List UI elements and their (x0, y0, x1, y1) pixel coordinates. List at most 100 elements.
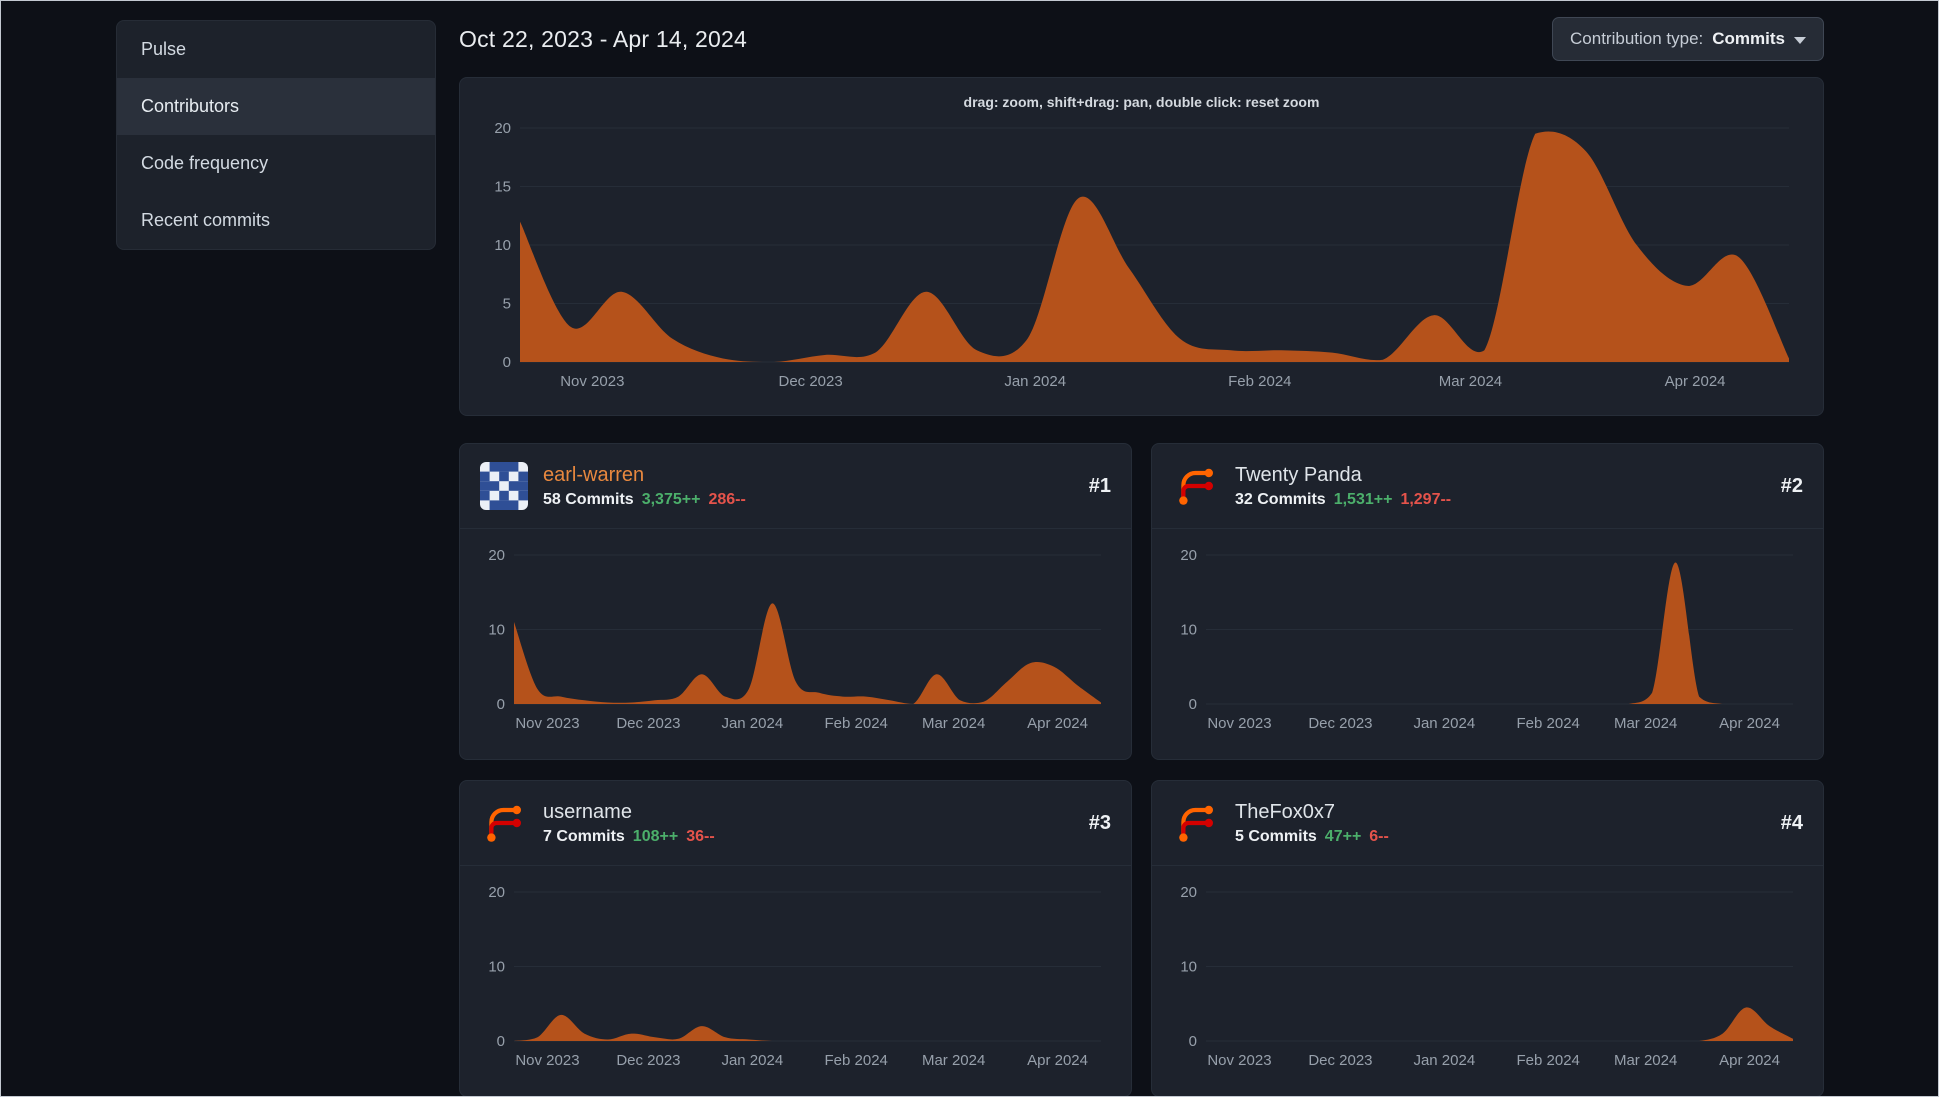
svg-text:Feb 2024: Feb 2024 (1517, 1052, 1580, 1069)
svg-text:10: 10 (1180, 959, 1197, 976)
svg-text:Mar 2024: Mar 2024 (1614, 715, 1677, 732)
sidebar-item-code-frequency[interactable]: Code frequency (117, 135, 435, 192)
svg-text:Feb 2024: Feb 2024 (1517, 715, 1580, 732)
contribution-type-dropdown[interactable]: Contribution type: Commits (1552, 17, 1824, 61)
svg-text:Apr 2024: Apr 2024 (1719, 715, 1780, 732)
contributors-page: Pulse Contributors Code frequency Recent… (0, 0, 1939, 1097)
svg-text:Jan 2024: Jan 2024 (1413, 1052, 1475, 1069)
svg-text:0: 0 (497, 696, 505, 713)
additions-count: 47++ (1324, 827, 1362, 845)
overall-commits-chart[interactable]: 0 5 10 15 20 Nov 2023 Dec 2023 Jan 2024 Feb 2024… (478, 116, 1807, 396)
svg-text:Apr 2024: Apr 2024 (1027, 715, 1088, 732)
svg-text:Apr 2024: Apr 2024 (1719, 1052, 1780, 1069)
activity-sidebar: Pulse Contributors Code frequency Recent… (116, 20, 436, 250)
commit-count: 32 Commits (1235, 490, 1326, 508)
svg-text:Apr 2024: Apr 2024 (1665, 373, 1726, 390)
svg-text:Mar 2024: Mar 2024 (1439, 373, 1502, 390)
svg-text:Nov 2023: Nov 2023 (1207, 715, 1271, 732)
svg-text:Feb 2024: Feb 2024 (1228, 373, 1291, 390)
svg-text:Dec 2023: Dec 2023 (778, 373, 842, 390)
contributor-card-header: TheFox0x7 5 Commits 47++ 6-- #4 (1152, 781, 1823, 866)
contributor-card-header: username 7 Commits 108++ 36-- #3 (460, 781, 1131, 866)
svg-text:10: 10 (488, 959, 505, 976)
svg-text:10: 10 (488, 622, 505, 639)
commit-count: 58 Commits (543, 490, 634, 508)
contributor-commits-chart[interactable]: 0 10 20 Nov 2023 Dec 2023 Jan 2024 Feb 2024 Mar… (476, 880, 1115, 1075)
contributor-card: username 7 Commits 108++ 36-- #3 0 10 20 No… (459, 780, 1132, 1096)
svg-text:0: 0 (503, 354, 511, 371)
svg-text:15: 15 (494, 179, 511, 196)
contributor-card: Twenty Panda 32 Commits 1,531++ 1,297-- … (1151, 443, 1824, 760)
svg-text:0: 0 (1189, 1033, 1197, 1050)
additions-count: 108++ (632, 827, 679, 845)
svg-text:Apr 2024: Apr 2024 (1027, 1052, 1088, 1069)
contributor-name-link[interactable]: earl-warren (543, 464, 746, 487)
svg-text:0: 0 (497, 1033, 505, 1050)
chevron-down-icon (1794, 36, 1806, 44)
svg-text:10: 10 (494, 237, 511, 254)
deletions-count: 286-- (708, 490, 746, 508)
svg-text:20: 20 (488, 884, 505, 901)
contributor-card-header: earl-warren 58 Commits 3,375++ 286-- #1 (460, 444, 1131, 529)
contributor-commits-chart[interactable]: 0 10 20 Nov 2023 Dec 2023 Jan 2024 Feb 2024 Mar… (476, 543, 1115, 738)
contributor-commits-chart[interactable]: 0 10 20 Nov 2023 Dec 2023 Jan 2024 Feb 2024 Mar… (1168, 543, 1807, 738)
svg-text:Nov 2023: Nov 2023 (515, 715, 579, 732)
svg-text:Mar 2024: Mar 2024 (922, 1052, 985, 1069)
contributor-card-header: Twenty Panda 32 Commits 1,531++ 1,297-- … (1152, 444, 1823, 529)
deletions-count: 6-- (1369, 827, 1389, 845)
svg-text:20: 20 (494, 120, 511, 137)
contributor-cards-grid: earl-warren 58 Commits 3,375++ 286-- #1 … (459, 443, 1824, 1096)
deletions-count: 1,297-- (1400, 490, 1452, 508)
identicon-avatar[interactable] (480, 462, 528, 510)
main-chart-panel: drag: zoom, shift+drag: pan, double clic… (459, 77, 1824, 416)
sidebar-item-pulse[interactable]: Pulse (117, 21, 435, 78)
svg-text:Jan 2024: Jan 2024 (721, 1052, 783, 1069)
rank-badge: #2 (1780, 474, 1803, 497)
additions-count: 3,375++ (641, 490, 701, 508)
commit-count: 5 Commits (1235, 827, 1317, 845)
commit-count: 7 Commits (543, 827, 625, 845)
forgejo-logo-icon[interactable] (1172, 799, 1220, 847)
additions-count: 1,531++ (1333, 490, 1393, 508)
svg-text:Nov 2023: Nov 2023 (1207, 1052, 1271, 1069)
svg-text:20: 20 (488, 547, 505, 564)
svg-text:Mar 2024: Mar 2024 (922, 715, 985, 732)
svg-text:Jan 2024: Jan 2024 (721, 715, 783, 732)
contribution-type-label: Contribution type: (1570, 29, 1704, 48)
svg-text:10: 10 (1180, 622, 1197, 639)
svg-text:Jan 2024: Jan 2024 (1413, 715, 1475, 732)
contributor-name-link[interactable]: Twenty Panda (1235, 464, 1451, 487)
forgejo-logo-icon[interactable] (1172, 462, 1220, 510)
svg-text:20: 20 (1180, 884, 1197, 901)
sidebar-item-contributors[interactable]: Contributors (117, 78, 435, 135)
contributor-name-link[interactable]: TheFox0x7 (1235, 801, 1389, 824)
chart-zoom-hint: drag: zoom, shift+drag: pan, double clic… (963, 94, 1320, 110)
page-header: Oct 22, 2023 - Apr 14, 2024 Contribution… (459, 16, 1824, 62)
svg-text:Feb 2024: Feb 2024 (825, 715, 888, 732)
rank-badge: #4 (1780, 811, 1803, 834)
svg-text:Dec 2023: Dec 2023 (616, 715, 680, 732)
svg-text:0: 0 (1189, 696, 1197, 713)
main-content: Oct 22, 2023 - Apr 14, 2024 Contribution… (459, 16, 1824, 1096)
svg-text:Feb 2024: Feb 2024 (825, 1052, 888, 1069)
svg-text:Jan 2024: Jan 2024 (1004, 373, 1066, 390)
contribution-type-value: Commits (1712, 29, 1785, 48)
contributor-card: earl-warren 58 Commits 3,375++ 286-- #1 … (459, 443, 1132, 760)
svg-text:Dec 2023: Dec 2023 (1308, 715, 1372, 732)
rank-badge: #3 (1088, 811, 1111, 834)
svg-text:Nov 2023: Nov 2023 (515, 1052, 579, 1069)
contributor-commits-chart[interactable]: 0 10 20 Nov 2023 Dec 2023 Jan 2024 Feb 2024 Mar… (1168, 880, 1807, 1075)
contributor-card: TheFox0x7 5 Commits 47++ 6-- #4 0 10 20 Nov… (1151, 780, 1824, 1096)
svg-text:5: 5 (503, 296, 511, 313)
svg-text:Nov 2023: Nov 2023 (560, 373, 624, 390)
deletions-count: 36-- (686, 827, 715, 845)
date-range-title: Oct 22, 2023 - Apr 14, 2024 (459, 25, 747, 52)
rank-badge: #1 (1088, 474, 1111, 497)
sidebar-item-recent-commits[interactable]: Recent commits (117, 192, 435, 249)
contributor-name-link[interactable]: username (543, 801, 715, 824)
svg-text:Dec 2023: Dec 2023 (616, 1052, 680, 1069)
svg-text:Dec 2023: Dec 2023 (1308, 1052, 1372, 1069)
forgejo-logo-icon[interactable] (480, 799, 528, 847)
svg-text:Mar 2024: Mar 2024 (1614, 1052, 1677, 1069)
svg-text:20: 20 (1180, 547, 1197, 564)
